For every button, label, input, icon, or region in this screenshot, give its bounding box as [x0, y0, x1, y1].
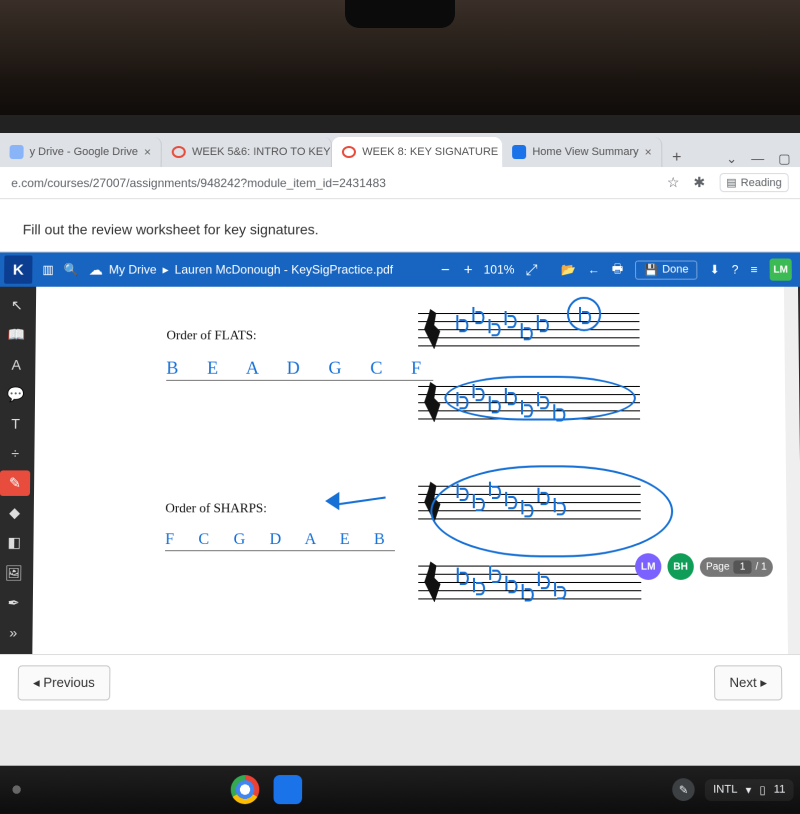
print-icon[interactable]: 🖶 [612, 259, 624, 280]
zoom-in-button[interactable]: + [461, 261, 476, 278]
fit-page-button[interactable]: ⤢ [522, 261, 540, 278]
user-avatar[interactable]: LM [770, 259, 792, 281]
reading-list-label: Reading [741, 177, 782, 189]
tab-home-view[interactable]: Home View Summary × [502, 137, 663, 167]
tab-label: y Drive - Google Drive [30, 146, 138, 158]
list-icon: ▤ [726, 176, 737, 189]
module-navigation: ◂ Previous Next ▸ [0, 654, 800, 710]
document-canvas[interactable]: Order of FLATS: B E A D G C F [32, 287, 800, 654]
next-button[interactable]: Next ▸ [714, 665, 782, 700]
highlight-tool[interactable]: A [1, 352, 32, 378]
page-indicator[interactable]: Page 1 / 1 [700, 557, 773, 576]
url-text[interactable]: e.com/courses/27007/assignments/948242?m… [11, 176, 657, 190]
download-icon[interactable]: ⬇ [710, 263, 720, 277]
presence-indicator: LM BH Page 1 / 1 [635, 553, 773, 580]
chevron-down-icon[interactable]: ⌄ [726, 151, 737, 167]
circled-flat-marking [567, 297, 601, 331]
canvas-favicon [172, 146, 186, 158]
expand-tools[interactable]: » [0, 620, 29, 646]
zoom-out-button[interactable]: − [438, 261, 453, 278]
page-current[interactable]: 1 [734, 560, 752, 573]
sharps-answer: F C G D A E B [165, 531, 395, 551]
battery-icon: ▯ [759, 783, 765, 797]
launcher-button[interactable] [6, 779, 27, 800]
thumbnails-icon[interactable]: ▥ [42, 263, 54, 277]
shapes-tool[interactable]: ◆ [0, 500, 30, 526]
help-icon[interactable]: ? [732, 263, 739, 277]
text-tool[interactable]: T [0, 411, 31, 437]
breadcrumb-filename[interactable]: Lauren McDonough - KeySigPractice.pdf [175, 263, 393, 277]
previous-button[interactable]: ◂ Previous [18, 665, 111, 700]
kami-toolbar: K ▥ 🔍 ☁ My Drive ▸ Lauren McDonough - Ke… [0, 252, 800, 286]
assignment-instruction: Fill out the review worksheet for key si… [0, 199, 800, 252]
zoom-value[interactable]: 101% [484, 263, 515, 277]
canvas-favicon [342, 146, 356, 158]
treble-staff-flats [418, 307, 640, 354]
oval-marking-bass-flats [444, 376, 636, 421]
search-icon[interactable]: 🔍 [64, 263, 79, 277]
kami-logo[interactable]: K [4, 255, 32, 283]
status-tray[interactable]: INTL ▾ ▯ 11 [705, 779, 794, 801]
tab-label: Home View Summary [532, 146, 638, 158]
browser-tab-strip: y Drive - Google Drive × WEEK 5&6: INTRO… [0, 133, 800, 167]
reading-list-button[interactable]: ▤ Reading [719, 173, 789, 192]
done-label: Done [662, 264, 689, 276]
minimize-icon[interactable]: — [751, 151, 764, 167]
address-bar: e.com/courses/27007/assignments/948242?m… [0, 167, 800, 199]
done-button[interactable]: 💾 Done [635, 260, 697, 279]
signature-tool[interactable]: ✒ [0, 590, 29, 616]
maximize-icon[interactable]: ▢ [778, 151, 790, 167]
scrollbar[interactable] [784, 287, 800, 654]
tab-week5-6[interactable]: WEEK 5&6: INTRO TO KEY SIG × [162, 137, 332, 167]
ime-indicator: INTL [713, 783, 737, 795]
tab-label: WEEK 8: KEY SIGNATURE REV [362, 146, 502, 158]
oval-marking-sharps [430, 465, 673, 557]
dictionary-tool[interactable]: 📖 [1, 322, 31, 347]
save-icon: 💾 [644, 263, 658, 276]
drawing-tool[interactable]: ✎ [0, 470, 30, 496]
presence-avatar-lm[interactable]: LM [635, 553, 662, 580]
wifi-icon: ▾ [746, 783, 752, 797]
chromeos-shelf: ✎ INTL ▾ ▯ 11 [0, 766, 800, 814]
breadcrumb-drive[interactable]: My Drive [109, 263, 157, 277]
extensions-icon[interactable]: ✱ [693, 174, 705, 191]
tool-sidebar: ↖ 📖 A 💬 T ÷ ✎ ◆ ◧ 🖼 ✒ » [0, 287, 36, 654]
clock: 11 [774, 783, 786, 795]
close-icon[interactable]: × [144, 145, 151, 159]
star-icon[interactable]: ☆ [667, 174, 680, 191]
stylus-tools-icon[interactable]: ✎ [672, 778, 695, 801]
close-icon[interactable]: × [645, 145, 652, 159]
page-label: Page [706, 561, 730, 572]
image-tool[interactable]: 🖼 [0, 560, 29, 586]
menu-icon[interactable]: ≡ [750, 263, 757, 277]
eraser-tool[interactable]: ◧ [0, 530, 30, 556]
bass-staff-sharps [418, 559, 641, 606]
presence-avatar-bh[interactable]: BH [667, 553, 694, 580]
chevron-right-icon: ▸ [163, 263, 169, 277]
tab-label: WEEK 5&6: INTRO TO KEY SIG [192, 146, 332, 158]
drive-favicon [10, 145, 24, 159]
tab-google-drive[interactable]: y Drive - Google Drive × [0, 137, 162, 167]
flats-label: Order of FLATS: [166, 327, 433, 343]
share-icon[interactable]: ← [588, 263, 600, 277]
comment-tool[interactable]: 💬 [1, 381, 32, 407]
new-tab-button[interactable]: + [663, 149, 691, 167]
select-tool[interactable]: ↖ [2, 293, 32, 318]
open-folder-icon[interactable]: 📂 [561, 263, 576, 277]
flats-answer: B E A D G C F [166, 358, 433, 381]
page-total: / 1 [755, 561, 766, 572]
breadcrumb: ☁ My Drive ▸ Lauren McDonough - KeySigPr… [89, 261, 393, 278]
arrow-marking [325, 488, 386, 519]
instruction-text: Fill out the review worksheet for key si… [23, 221, 319, 237]
app-favicon [512, 145, 526, 159]
equation-tool[interactable]: ÷ [0, 441, 31, 467]
cloud-icon: ☁ [89, 261, 103, 278]
tab-week8-active[interactable]: WEEK 8: KEY SIGNATURE REV × [332, 137, 502, 167]
